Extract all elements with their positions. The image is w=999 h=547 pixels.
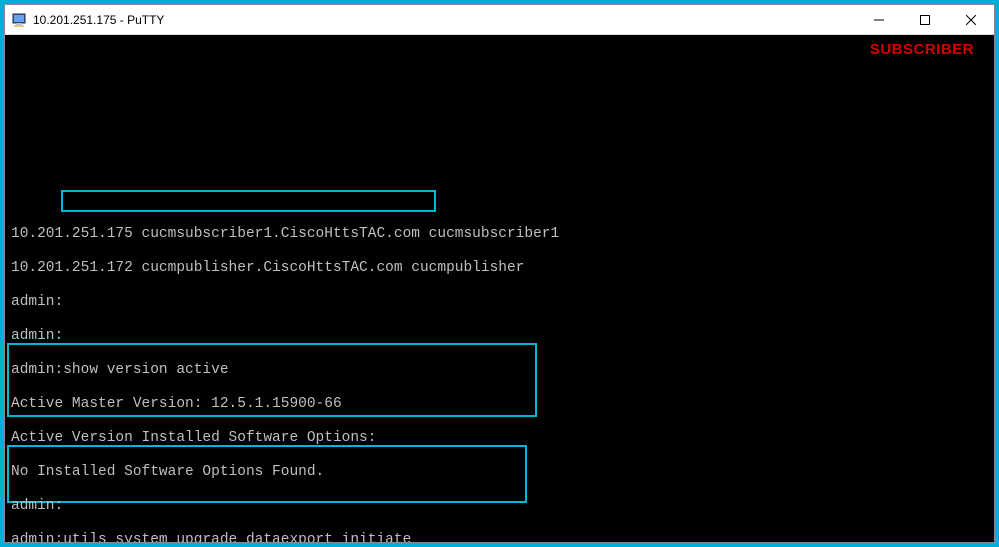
terminal-content: 10.201.251.175 cucmsubscriber1.CiscoHtts… [11,209,992,542]
title-bar[interactable]: 10.201.251.175 - PuTTY [5,5,994,35]
putty-window: 10.201.251.175 - PuTTY SUBSCRIBER 10.201… [4,4,995,543]
term-line: admin: [11,498,992,515]
term-line: admin: [11,294,992,311]
term-line: Active Version Installed Software Option… [11,430,992,447]
terminal-area[interactable]: SUBSCRIBER 10.201.251.175 cucmsubscriber… [5,35,994,542]
maximize-button[interactable] [902,5,948,34]
term-line: Active Master Version: 12.5.1.15900-66 [11,396,992,413]
term-line: admin: [11,328,992,345]
minimize-button[interactable] [856,5,902,34]
term-line: 10.201.251.175 cucmsubscriber1.CiscoHtts… [11,226,992,243]
term-line: admin:show version active [11,362,992,379]
prompt: admin: [11,532,63,542]
window-title: 10.201.251.175 - PuTTY [33,13,164,27]
term-line: 10.201.251.172 cucmpublisher.CiscoHttsTA… [11,260,992,277]
term-line: admin:utils system upgrade dataexport in… [11,532,992,542]
window-controls [856,5,994,34]
command-text: utils system upgrade dataexport initiate [63,532,411,542]
putty-icon [11,12,27,28]
close-button[interactable] [948,5,994,34]
term-line: No Installed Software Options Found. [11,464,992,481]
subscriber-badge: SUBSCRIBER [870,41,974,58]
